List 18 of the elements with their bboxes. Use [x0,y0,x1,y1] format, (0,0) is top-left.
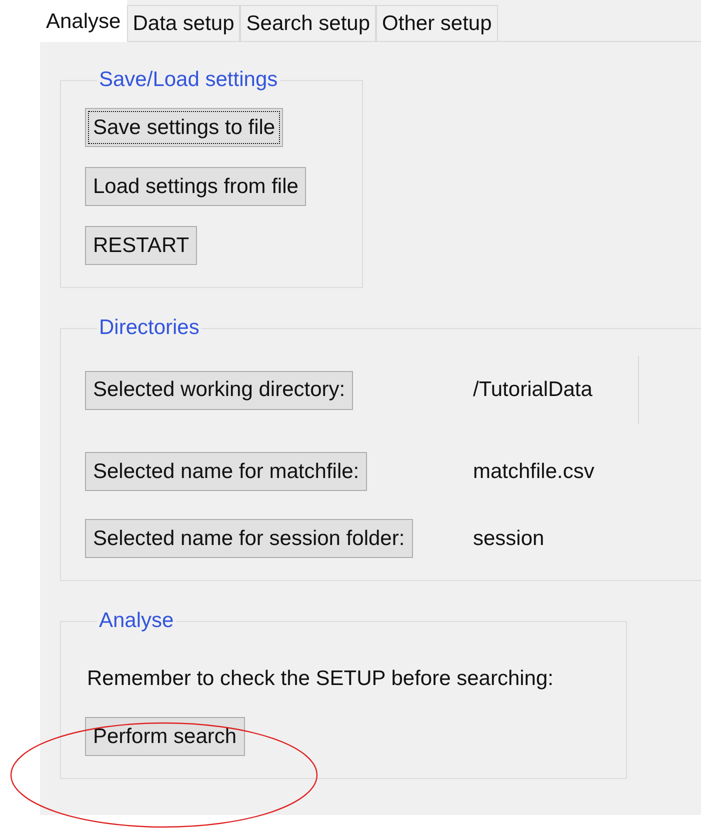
path-value: session [473,526,544,550]
instruction-text: Remember to check the SETUP before searching: [87,667,555,691]
settings-button[interactable]: Load settings from file [85,167,306,206]
settings-button[interactable]: RESTART [85,226,198,265]
select-button[interactable]: Selected name for matchfile: [85,452,368,491]
select-button[interactable]: Selected working directory: [85,370,354,410]
tab[interactable]: Data setup [126,5,240,41]
group-title: Directories [98,316,200,340]
perform-search-button[interactable]: Perform search [85,717,245,756]
select-button[interactable]: Selected name for session folder: [85,519,413,558]
tab[interactable]: Search setup [240,5,376,41]
settings-button[interactable]: Save settings to file [85,108,284,147]
group-title: Save/Load settings [98,68,279,92]
group-title: Analyse [98,609,175,633]
path-value: matchfile.csv [473,460,594,484]
path-value: /TutorialData [473,378,592,402]
tab[interactable]: Analyse [40,0,127,42]
tab[interactable]: Other setup [376,5,498,41]
